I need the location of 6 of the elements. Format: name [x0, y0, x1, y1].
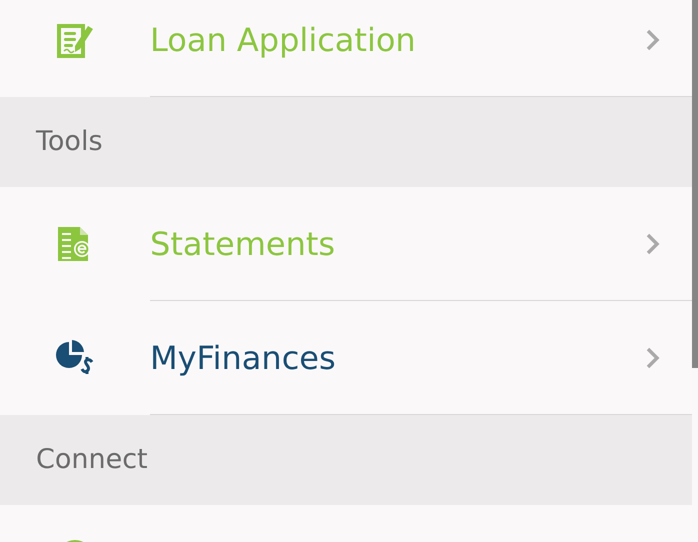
chevron-icon: [646, 233, 660, 255]
section-header: Tools: [36, 124, 103, 159]
chevron-icon: [646, 29, 660, 51]
section-header: Connect: [36, 442, 148, 477]
scrollbar-thumb[interactable]: [692, 0, 698, 368]
chevron-icon: [646, 347, 660, 369]
